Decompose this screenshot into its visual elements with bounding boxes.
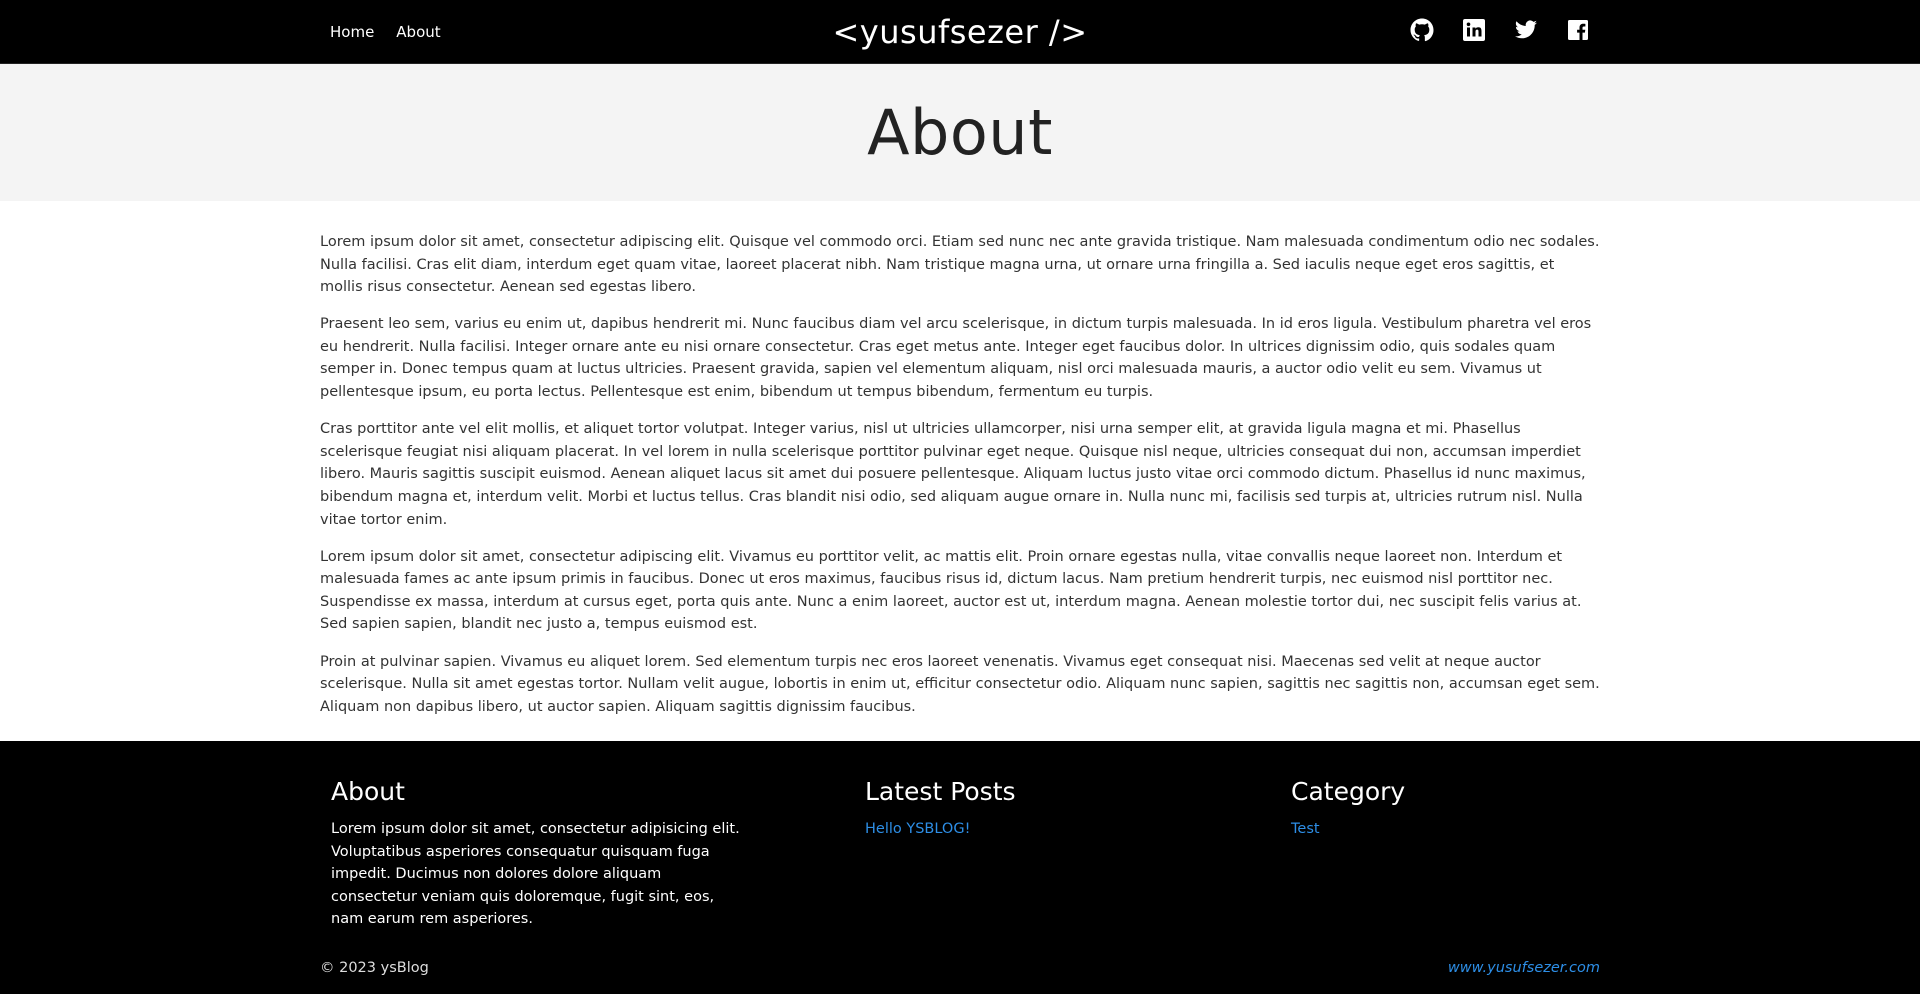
social-links [1410,0,1590,60]
footer-about: About Lorem ipsum dolor sit amet, consec… [331,777,741,931]
about-content: Lorem ipsum dolor sit amet, consectetur … [320,231,1600,733]
footer-latest-posts: Latest Posts Hello YSBLOG! [865,777,1016,837]
github-icon[interactable] [1410,18,1434,42]
site-footer: About Lorem ipsum dolor sit amet, consec… [0,741,1920,994]
category-link[interactable]: Test [1291,821,1320,837]
content-paragraph: Lorem ipsum dolor sit amet, consectetur … [320,548,1582,633]
content-paragraph: Cras porttitor ante vel elit mollis, et … [320,421,1586,528]
footer-category-title: Category [1291,777,1406,806]
footer-about-text: Lorem ipsum dolor sit amet, consectetur … [331,821,740,928]
page-title: About [867,96,1053,169]
content-paragraph: Praesent leo sem, varius eu enim ut, dap… [320,316,1592,401]
facebook-icon[interactable] [1566,18,1590,42]
nav-links: Home About [330,0,441,64]
twitter-icon[interactable] [1514,18,1538,42]
copyright-text: © 2023 ysBlog [320,960,429,976]
content-paragraph: Lorem ipsum dolor sit amet, consectetur … [320,234,1600,296]
footer-latest-posts-title: Latest Posts [865,777,1016,806]
linkedin-icon[interactable] [1462,18,1486,42]
latest-post-link[interactable]: Hello YSBLOG! [865,821,970,837]
navbar-inner: Home About <yusufsezer /> [315,0,1605,64]
content-paragraph: Proin at pulvinar sapien. Vivamus eu ali… [320,653,1600,715]
page-header: About [0,64,1920,201]
website-link[interactable]: www.yusufsezer.com [1448,960,1600,976]
navbar: Home About <yusufsezer /> [0,0,1920,64]
nav-link-home[interactable]: Home [330,23,374,41]
footer-category: Category Test [1291,777,1405,837]
nav-link-about[interactable]: About [396,23,440,41]
site-brand[interactable]: <yusufsezer /> [832,0,1087,64]
footer-about-title: About [331,777,405,806]
